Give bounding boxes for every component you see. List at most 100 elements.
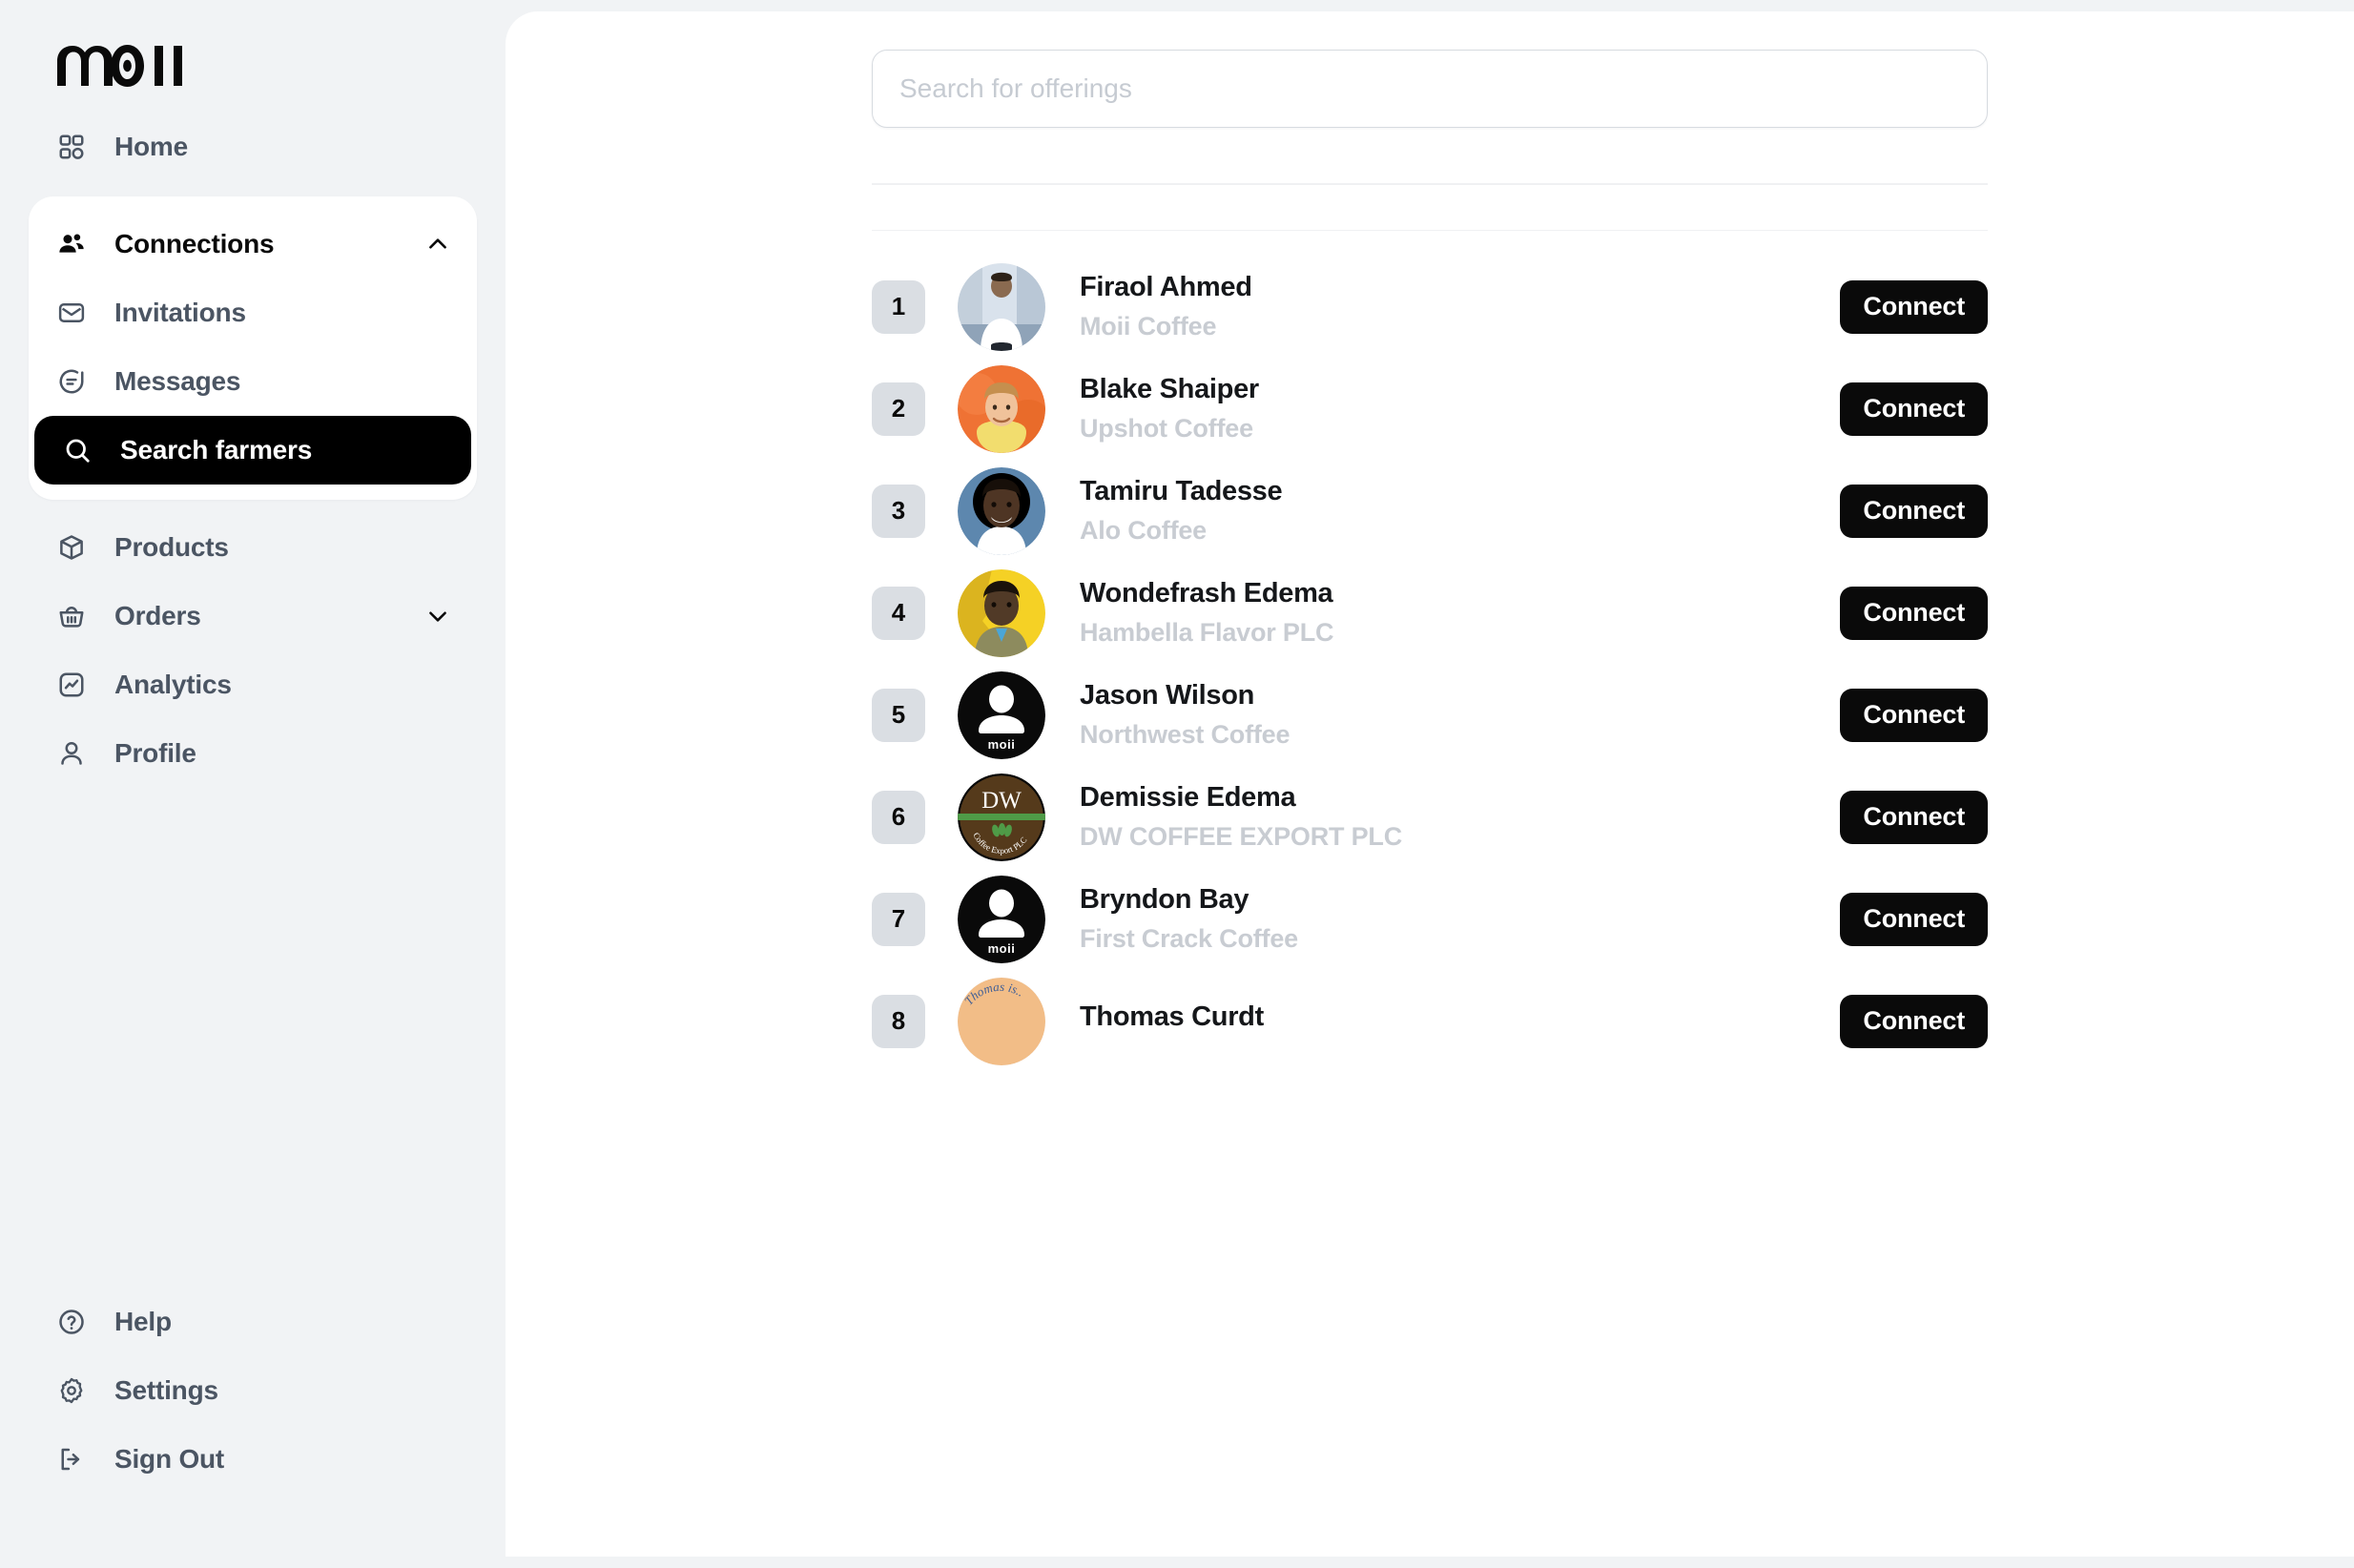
sidebar-item-connections[interactable]: Connections <box>29 210 477 279</box>
user-icon <box>55 737 88 770</box>
avatar <box>958 262 1045 351</box>
connect-button[interactable]: Connect <box>1840 892 1988 946</box>
person-company: Hambella Flavor PLC <box>1080 618 1334 647</box>
avatar-photo-firaol-icon <box>958 262 1045 351</box>
sidebar-item-label: Analytics <box>114 670 232 699</box>
box-icon <box>55 531 88 564</box>
table-row[interactable]: 5 moii Jason Wilson Northwest Coffee Con… <box>872 664 1988 766</box>
sidebar-nav-top: Home Connections Invitations Messages Se… <box>0 113 506 788</box>
rank-badge: 7 <box>872 892 925 946</box>
table-row[interactable]: 6 DW Coffee Export PLC Demissie Edema DW… <box>872 766 1988 868</box>
person-company: Northwest Coffee <box>1080 720 1291 749</box>
sidebar-group-connections: Connections Invitations Messages Search … <box>29 196 477 500</box>
avatar: moii <box>958 671 1045 759</box>
grid-icon <box>55 131 88 163</box>
sidebar-item-settings[interactable]: Settings <box>29 1356 477 1425</box>
person-info: Demissie Edema DW COFFEE EXPORT PLC <box>1080 782 1402 852</box>
sidebar-item-messages[interactable]: Messages <box>29 347 477 416</box>
rank-badge: 2 <box>872 382 925 436</box>
sidebar-item-sign-out[interactable]: Sign Out <box>29 1425 477 1494</box>
person-name: Demissie Edema <box>1080 782 1296 813</box>
sidebar-item-label: Connections <box>114 229 275 258</box>
rank-badge: 1 <box>872 279 925 334</box>
sidebar-item-label: Products <box>114 532 229 562</box>
svg-text:DW: DW <box>981 788 1022 814</box>
avatar-thomas-logo-icon: Thomas is... <box>958 977 1045 1065</box>
sidebar-item-products[interactable]: Products <box>29 513 477 582</box>
brand-logo[interactable] <box>0 0 506 113</box>
connect-button[interactable]: Connect <box>1840 994 1988 1048</box>
avatar-moii-default-icon: moii <box>958 671 1045 759</box>
search-offerings-box[interactable] <box>872 50 1988 128</box>
app-root: Home Connections Invitations Messages Se… <box>0 0 2354 1568</box>
scroll-fade-mask <box>506 1452 2354 1557</box>
sidebar-item-invitations[interactable]: Invitations <box>29 279 477 347</box>
avatar <box>958 466 1045 555</box>
person-name: Bryndon Bay <box>1080 884 1249 915</box>
help-circle-icon <box>55 1306 88 1338</box>
person-info: Blake Shaiper Upshot Coffee <box>1080 374 1259 444</box>
connect-button[interactable]: Connect <box>1840 688 1988 742</box>
main-content: 1 <box>506 11 2354 1557</box>
search-icon <box>61 434 93 466</box>
avatar <box>958 364 1045 453</box>
analytics-icon <box>55 669 88 701</box>
message-icon <box>55 365 88 398</box>
sidebar-item-search-farmers[interactable]: Search farmers <box>34 416 471 485</box>
connect-button[interactable]: Connect <box>1840 484 1988 538</box>
table-row[interactable]: 8 Thomas is... <box>872 970 1988 1072</box>
person-name: Tamiru Tadesse <box>1080 476 1283 506</box>
connect-button[interactable]: Connect <box>1840 279 1988 334</box>
sidebar-item-label: Invitations <box>114 298 246 327</box>
table-row[interactable]: 2 Blake Shaiper Upshot Coffee Connect <box>872 358 1988 460</box>
person-info: Tamiru Tadesse Alo Coffee <box>1080 476 1283 546</box>
avatar <box>958 568 1045 657</box>
avatar: Thomas is... <box>958 977 1045 1065</box>
person-info: Thomas Curdt <box>1080 1001 1264 1042</box>
sidebar-item-help[interactable]: Help <box>29 1288 477 1356</box>
table-row[interactable]: 7 moii Bryndon Bay First Crack Coffee Co… <box>872 868 1988 970</box>
basket-icon <box>55 600 88 632</box>
chevron-up-icon[interactable] <box>425 232 450 257</box>
sidebar-item-label: Home <box>114 132 188 161</box>
person-company: Moii Coffee <box>1080 312 1217 340</box>
sidebar-item-home[interactable]: Home <box>29 113 477 181</box>
rank-badge: 8 <box>872 994 925 1048</box>
person-name: Jason Wilson <box>1080 680 1255 711</box>
person-name: Wondefrash Edema <box>1080 578 1333 609</box>
avatar-dw-logo-icon: DW Coffee Export PLC <box>958 773 1045 861</box>
farmer-results-list: 1 Firaol Ahmed Moii Coffee Connect 2 Bla… <box>872 256 1988 1072</box>
person-info: Jason Wilson Northwest Coffee <box>1080 680 1291 750</box>
sidebar-item-profile[interactable]: Profile <box>29 719 477 788</box>
person-info: Wondefrash Edema Hambella Flavor PLC <box>1080 578 1333 648</box>
search-input[interactable] <box>899 73 1960 104</box>
person-company: First Crack Coffee <box>1080 924 1298 953</box>
moii-logo-icon <box>57 45 182 87</box>
rank-badge: 5 <box>872 688 925 742</box>
sidebar-nav-bottom: Help Settings Sign Out <box>0 1288 506 1568</box>
chevron-down-icon[interactable] <box>425 604 450 629</box>
person-info: Bryndon Bay First Crack Coffee <box>1080 884 1298 954</box>
svg-text:moii: moii <box>988 737 1016 752</box>
sidebar-item-label: Messages <box>114 366 241 396</box>
rank-badge: 4 <box>872 586 925 640</box>
avatar-photo-tamiru-icon <box>958 466 1045 555</box>
avatar-moii-default-icon: moii <box>958 875 1045 963</box>
sidebar: Home Connections Invitations Messages Se… <box>0 0 506 1568</box>
table-row[interactable]: 4 Wondefrash Edema Hambella Flavor PLC C… <box>872 562 1988 664</box>
sidebar-item-orders[interactable]: Orders <box>29 582 477 650</box>
avatar: DW Coffee Export PLC <box>958 773 1045 861</box>
table-row[interactable]: 1 Firaol Ahmed Moii Coffee Connect <box>872 256 1988 358</box>
divider-top <box>872 183 1988 185</box>
person-company: DW COFFEE EXPORT PLC <box>1080 822 1403 851</box>
avatar: moii <box>958 875 1045 963</box>
connect-button[interactable]: Connect <box>1840 790 1988 844</box>
sidebar-item-analytics[interactable]: Analytics <box>29 650 477 719</box>
connect-button[interactable]: Connect <box>1840 382 1988 436</box>
connect-button[interactable]: Connect <box>1840 586 1988 640</box>
table-row[interactable]: 3 Tamiru Tadesse Alo Coffee Connect <box>872 460 1988 562</box>
sign-out-icon <box>55 1443 88 1475</box>
envelope-icon <box>55 297 88 329</box>
person-name: Firaol Ahmed <box>1080 272 1252 302</box>
sidebar-item-label: Help <box>114 1307 172 1336</box>
